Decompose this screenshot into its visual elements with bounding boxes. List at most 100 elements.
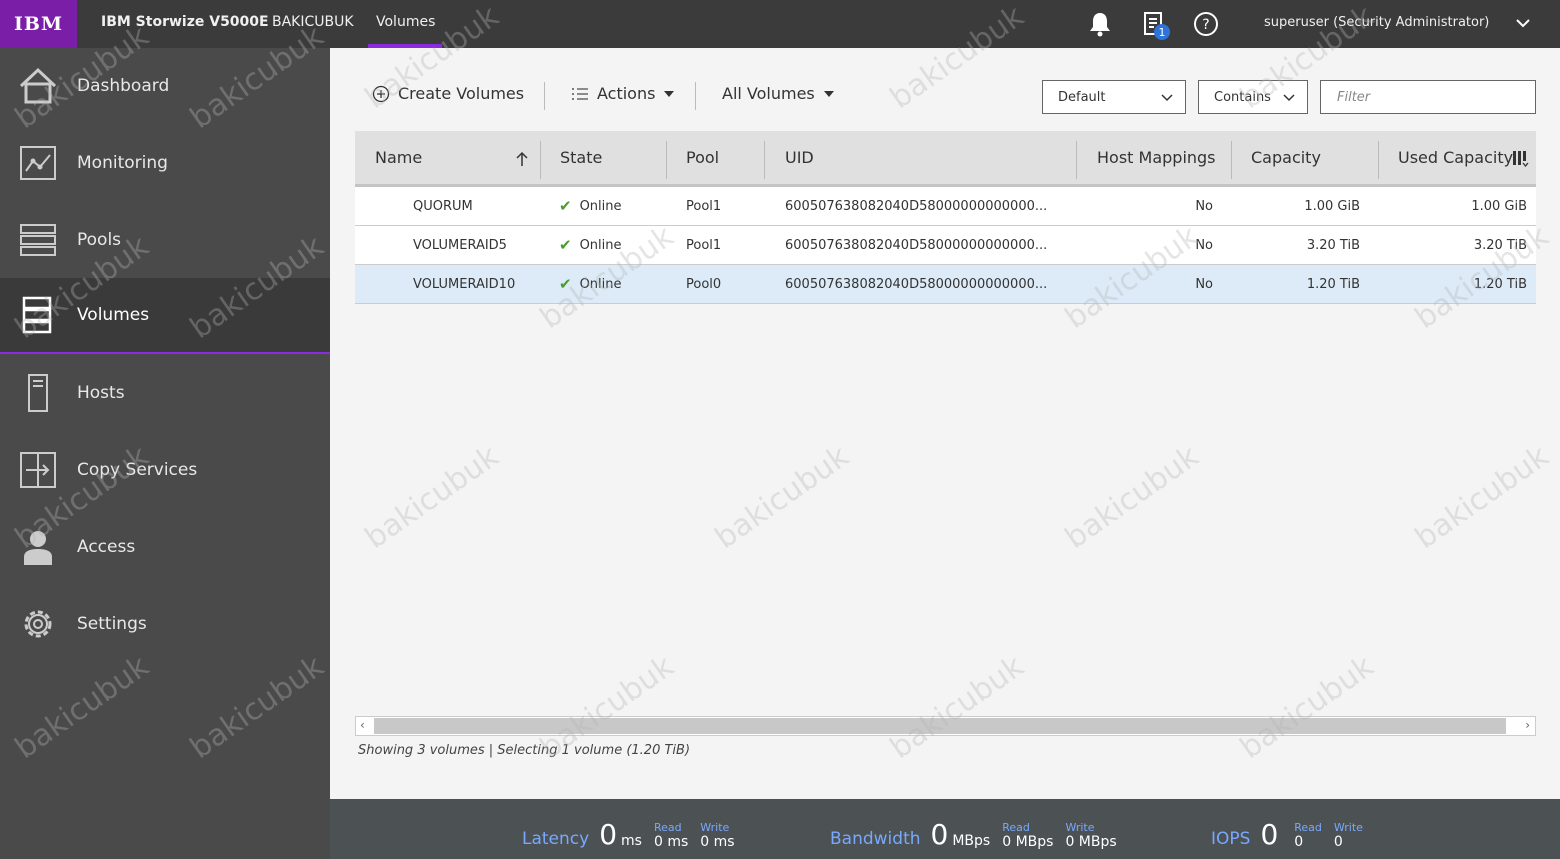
sidebar-item-label: Copy Services xyxy=(77,460,198,480)
access-icon xyxy=(18,527,58,567)
system-name[interactable]: BAKICUBUK xyxy=(272,14,354,30)
create-volumes-label: Create Volumes xyxy=(398,84,525,103)
gear-icon xyxy=(18,604,58,644)
product-name: IBM Storwize V5000E xyxy=(101,14,269,30)
chevron-down-icon xyxy=(1161,94,1173,102)
column-header-used-capacity[interactable]: Used Capacity xyxy=(1398,131,1513,184)
home-icon xyxy=(18,66,58,106)
cell-pool: Pool1 xyxy=(686,237,722,253)
cell-host-mappings: No xyxy=(1195,276,1213,292)
actions-menu-button[interactable]: Actions xyxy=(571,84,675,103)
column-header-uid[interactable]: UID xyxy=(785,131,814,184)
user-menu-label[interactable]: superuser (Security Administrator) xyxy=(1264,15,1489,30)
tasks-badge: 1 xyxy=(1154,24,1170,40)
sidebar-item-settings[interactable]: Settings xyxy=(0,586,330,662)
svg-text:?: ? xyxy=(1202,17,1209,33)
cell-state: ✔ Online xyxy=(559,197,622,215)
column-separator xyxy=(666,141,667,179)
cell-state: ✔ Online xyxy=(559,236,622,254)
iops-metric: IOPS 0 Read 0 Write 0 xyxy=(1211,818,1363,851)
caret-down-icon xyxy=(823,90,834,97)
sidebar-item-label: Volumes xyxy=(77,305,150,325)
cell-state: ✔ Online xyxy=(559,275,622,293)
caret-down-icon xyxy=(664,90,675,97)
table-header: Name State Pool UID Host Mappings Capaci… xyxy=(355,131,1536,187)
cell-capacity: 3.20 TiB xyxy=(1306,237,1360,253)
current-page-breadcrumb[interactable]: Volumes xyxy=(376,14,435,30)
volumes-table: Name State Pool UID Host Mappings Capaci… xyxy=(355,131,1536,304)
plus-circle-icon xyxy=(372,85,390,102)
match-select[interactable]: Contains xyxy=(1198,80,1308,114)
column-separator xyxy=(764,141,765,179)
cell-uid: 600507638082040D58000000000000... xyxy=(785,198,1048,214)
cell-name: VOLUMERAID5 xyxy=(413,237,507,253)
bell-icon[interactable] xyxy=(1086,10,1114,38)
column-separator xyxy=(540,141,541,179)
sidebar-item-access[interactable]: Access xyxy=(0,509,330,585)
latency-metric: Latency 0 ms Read 0 ms Write 0 ms xyxy=(522,818,735,851)
cell-host-mappings: No xyxy=(1195,237,1213,253)
sidebar-item-label: Hosts xyxy=(77,383,125,403)
check-icon: ✔ xyxy=(559,197,572,215)
sidebar-item-dashboard[interactable]: Dashboard xyxy=(0,48,330,124)
all-volumes-menu-button[interactable]: All Volumes xyxy=(722,84,835,103)
check-icon: ✔ xyxy=(559,275,572,293)
check-icon: ✔ xyxy=(559,236,572,254)
cell-name: VOLUMERAID10 xyxy=(413,276,516,292)
create-volumes-button[interactable]: Create Volumes xyxy=(372,84,524,103)
sidebar-item-pools[interactable]: Pools xyxy=(0,202,330,278)
column-separator xyxy=(1378,141,1379,179)
toolbar-divider xyxy=(695,82,696,110)
horizontal-scrollbar[interactable]: ‹ › xyxy=(355,716,1536,736)
help-icon[interactable]: ? xyxy=(1192,10,1220,38)
toolbar-divider xyxy=(544,82,545,110)
table-row-selected[interactable]: VOLUMERAID10 ✔ Online Pool0 6005076380820… xyxy=(355,265,1536,304)
sidebar-item-monitoring[interactable]: Monitoring xyxy=(0,125,330,201)
hosts-icon xyxy=(18,373,58,413)
sidebar-item-label: Monitoring xyxy=(77,153,168,173)
ibm-logo[interactable]: IBM xyxy=(0,0,77,48)
chevron-down-icon xyxy=(1283,94,1295,102)
pools-icon xyxy=(18,220,58,260)
performance-bar[interactable]: Latency 0 ms Read 0 ms Write 0 ms Bandwidt… xyxy=(330,799,1560,859)
column-chooser-icon[interactable] xyxy=(1512,150,1530,172)
cell-uid: 600507638082040D58000000000000... xyxy=(785,237,1048,253)
selection-status: Showing 3 volumes | Selecting 1 volume (… xyxy=(358,743,691,758)
scroll-left-icon[interactable]: ‹ xyxy=(360,718,365,732)
tasks-icon[interactable]: 1 xyxy=(1140,10,1170,40)
view-select[interactable]: Default xyxy=(1042,80,1186,114)
cell-name: QUORUM xyxy=(413,198,473,214)
table-row[interactable]: VOLUMERAID5 ✔ Online Pool1 60050763808204… xyxy=(355,226,1536,265)
bandwidth-metric: Bandwidth 0 MBps Read 0 MBps Write 0 MBps xyxy=(830,818,1117,851)
cell-uid: 600507638082040D58000000000000... xyxy=(785,276,1048,292)
chevron-down-icon[interactable] xyxy=(1514,14,1532,36)
cell-pool: Pool0 xyxy=(686,276,722,292)
column-header-name[interactable]: Name xyxy=(375,131,535,184)
sidebar-item-label: Pools xyxy=(77,230,122,250)
sidebar-item-copy-services[interactable]: Copy Services xyxy=(0,432,330,508)
sidebar-item-volumes[interactable]: Volumes xyxy=(0,278,330,354)
filter-input[interactable] xyxy=(1320,80,1536,114)
match-select-value: Contains xyxy=(1214,89,1271,105)
table-row[interactable]: QUORUM ✔ Online Pool1 600507638082040D580… xyxy=(355,187,1536,226)
cell-capacity: 1.20 TiB xyxy=(1306,276,1360,292)
scroll-right-icon[interactable]: › xyxy=(1525,718,1530,732)
column-header-host-mappings[interactable]: Host Mappings xyxy=(1097,131,1216,184)
cell-used-capacity: 3.20 TiB xyxy=(1473,237,1527,253)
cell-pool: Pool1 xyxy=(686,198,722,214)
sidebar-item-label: Access xyxy=(77,537,136,557)
scrollbar-thumb[interactable] xyxy=(374,718,1506,734)
sidebar-item-hosts[interactable]: Hosts xyxy=(0,355,330,431)
list-icon xyxy=(572,87,588,100)
cell-host-mappings: No xyxy=(1195,198,1213,214)
sidebar-item-label: Settings xyxy=(77,614,147,634)
cell-used-capacity: 1.20 TiB xyxy=(1473,276,1527,292)
top-bar: IBM IBM Storwize V5000E BAKICUBUK Volume… xyxy=(0,0,1560,48)
main-content: Create Volumes Actions All Volumes Defau… xyxy=(330,48,1560,799)
sidebar-item-label: Dashboard xyxy=(77,76,170,96)
column-separator xyxy=(1231,141,1232,179)
column-header-pool[interactable]: Pool xyxy=(686,131,719,184)
column-header-capacity[interactable]: Capacity xyxy=(1251,131,1321,184)
sidebar: Dashboard Monitoring Pools Volumes Hosts… xyxy=(0,48,330,859)
column-header-state[interactable]: State xyxy=(560,131,602,184)
